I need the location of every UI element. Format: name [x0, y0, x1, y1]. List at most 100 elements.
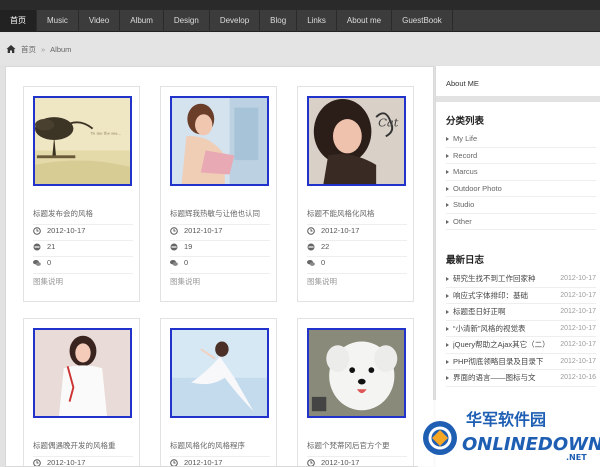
- post-title[interactable]: 研究生找不到工作回家种: [453, 271, 556, 287]
- date-row: 2012-10-17: [307, 456, 407, 466]
- nav-item-home[interactable]: 首页: [0, 10, 37, 32]
- album-thumbnail[interactable]: To me the sea…: [33, 96, 132, 186]
- comment-icon: [170, 259, 178, 266]
- tree-photo: To me the sea…: [35, 98, 130, 184]
- album-thumbnail[interactable]: [170, 96, 269, 186]
- breadcrumb: 首页 » Album: [0, 33, 600, 65]
- album-thumbnail[interactable]: [307, 328, 406, 418]
- recent-post-item[interactable]: 研究生找不到工作回家种 2012-10-17: [446, 271, 596, 288]
- recent-post-item[interactable]: “小清新”风格的视觉表 2012-10-17: [446, 321, 596, 337]
- comments-row: 0: [307, 256, 407, 268]
- album-title[interactable]: 标题风格化的风格程序: [170, 440, 270, 451]
- top-strip: [0, 0, 600, 10]
- nav-item-blog[interactable]: Blog: [260, 10, 298, 32]
- album-date: 2012-10-17: [184, 458, 223, 467]
- category-item[interactable]: My Life: [446, 131, 596, 148]
- clock-icon: [170, 458, 178, 466]
- album-card[interactable]: 标题偶遇晚开发的风格重 2012-10-17: [23, 318, 140, 467]
- category-item[interactable]: Outdoor Photo: [446, 181, 596, 197]
- svg-text:To me the sea…: To me the sea…: [91, 130, 122, 135]
- post-title[interactable]: jQuery帮助之Ajax其它（二）: [453, 337, 556, 353]
- clock-icon: [307, 226, 315, 235]
- categories-heading: 分类列表: [446, 116, 485, 127]
- album-title[interactable]: 标题个梵蒂冈后官方个更: [307, 440, 407, 451]
- recent-post-item[interactable]: 响应式字体排印：基础 2012-10-17: [446, 288, 596, 304]
- album-thumbnail[interactable]: [33, 328, 132, 418]
- album-date: 2012-10-17: [47, 226, 86, 235]
- album-date: 2012-10-17: [321, 226, 360, 235]
- album-title[interactable]: 标题偶遇晚开发的风格重: [33, 440, 133, 451]
- post-date: 2012-10-17: [560, 357, 596, 365]
- main-nav: 首页 Music Video Album Design Develop Blog…: [0, 10, 600, 32]
- album-views: 21: [47, 242, 56, 251]
- clock-icon: [307, 458, 315, 466]
- date-row: 2012-10-17: [170, 456, 270, 467]
- album-title[interactable]: 标题不能风格化风格: [307, 208, 407, 219]
- album-card[interactable]: To me the sea… 标题发布会的风格 2012-10-17 21 0 …: [23, 86, 140, 302]
- post-title[interactable]: 响应式字体排印：基础: [453, 288, 556, 304]
- category-item[interactable]: Studio: [446, 197, 596, 214]
- nav-item-links[interactable]: Links: [297, 10, 337, 32]
- album-date: 2012-10-17: [184, 226, 223, 235]
- category-list: My Life Record Marcus Outdoor Photo Stud…: [446, 131, 596, 230]
- nav-item-develop[interactable]: Develop: [210, 10, 261, 32]
- post-title[interactable]: 界面的语言——图标与文: [453, 370, 556, 386]
- clock-icon: [33, 458, 41, 466]
- views-row: 21: [33, 240, 133, 252]
- category-item[interactable]: Other: [446, 214, 596, 230]
- recent-post-item[interactable]: jQuery帮助之Ajax其它（二） 2012-10-17: [446, 337, 596, 354]
- portrait-photo: Cat: [309, 98, 404, 184]
- onlinedown-watermark-logo: 华军软件园 ONLINEDOWN .NET: [418, 400, 600, 467]
- album-comments: 0: [47, 258, 52, 267]
- recent-posts-list: 研究生找不到工作回家种 2012-10-17 响应式字体排印：基础 2012-10-…: [446, 271, 596, 387]
- about-me-block: About ME: [436, 66, 600, 102]
- dog-photo: [309, 330, 404, 416]
- album-title[interactable]: 标题发布会的风格: [33, 208, 133, 219]
- post-title[interactable]: 标题歪日好正啊: [453, 304, 556, 320]
- album-description: 图集说明: [170, 273, 270, 287]
- album-card[interactable]: Cat 标题不能风格化风格 2012-10-17 22 0 图集说明: [297, 86, 414, 302]
- watermark-cn-text: 华军软件园: [466, 410, 546, 429]
- album-card[interactable]: 标题个梵蒂冈后官方个更 2012-10-17: [297, 318, 414, 466]
- date-row: 2012-10-17: [33, 224, 133, 236]
- recent-posts-heading: 最新日志: [446, 255, 485, 266]
- about-me-link[interactable]: About ME: [446, 79, 479, 88]
- album-title[interactable]: 标题辉我热敏与让他也认同: [170, 208, 270, 219]
- comment-icon: [33, 259, 41, 266]
- watermark-en-text: ONLINEDOWN: [462, 434, 600, 455]
- album-thumbnail[interactable]: Cat: [307, 96, 406, 186]
- post-date: 2012-10-17: [560, 341, 596, 348]
- album-comments: 0: [321, 258, 326, 267]
- post-date: 2012-10-17: [560, 275, 596, 282]
- nav-item-music[interactable]: Music: [37, 10, 79, 32]
- svg-text:Cat: Cat: [378, 116, 399, 130]
- dancer-photo: [172, 330, 267, 416]
- album-views: 19: [184, 242, 193, 251]
- nav-item-album[interactable]: Album: [120, 10, 164, 32]
- recent-post-item[interactable]: 界面的语言——图标与文 2012-10-16: [446, 370, 596, 387]
- views-row: 22: [307, 240, 407, 252]
- home-icon[interactable]: [6, 44, 16, 54]
- post-date: 2012-10-17: [560, 324, 596, 332]
- nav-item-about[interactable]: About me: [337, 10, 393, 32]
- album-description: 图集说明: [33, 273, 133, 287]
- album-card[interactable]: 标题风格化的风格程序 2012-10-17: [160, 318, 277, 467]
- clock-icon: [33, 226, 41, 235]
- breadcrumb-home[interactable]: 首页: [21, 44, 36, 55]
- category-item[interactable]: Record: [446, 148, 596, 164]
- nav-item-video[interactable]: Video: [79, 10, 121, 32]
- post-title[interactable]: PHP彻底领略目录及目录下: [453, 354, 556, 370]
- album-date: 2012-10-17: [47, 458, 86, 467]
- date-row: 2012-10-17: [33, 456, 133, 467]
- post-date: 2012-10-17: [560, 308, 596, 315]
- nav-item-guestbook[interactable]: GuestBook: [392, 10, 453, 32]
- album-views: 22: [321, 242, 330, 251]
- post-title[interactable]: “小清新”风格的视觉表: [453, 321, 556, 337]
- recent-post-item[interactable]: 标题歪日好正啊 2012-10-17: [446, 304, 596, 321]
- album-thumbnail[interactable]: [170, 328, 269, 418]
- nav-item-design[interactable]: Design: [164, 10, 210, 32]
- post-date: 2012-10-17: [560, 291, 596, 299]
- category-item[interactable]: Marcus: [446, 164, 596, 181]
- recent-post-item[interactable]: PHP彻底领略目录及目录下 2012-10-17: [446, 354, 596, 370]
- album-card[interactable]: 标题辉我热敏与让他也认同 2012-10-17 19 0 图集说明: [160, 86, 277, 302]
